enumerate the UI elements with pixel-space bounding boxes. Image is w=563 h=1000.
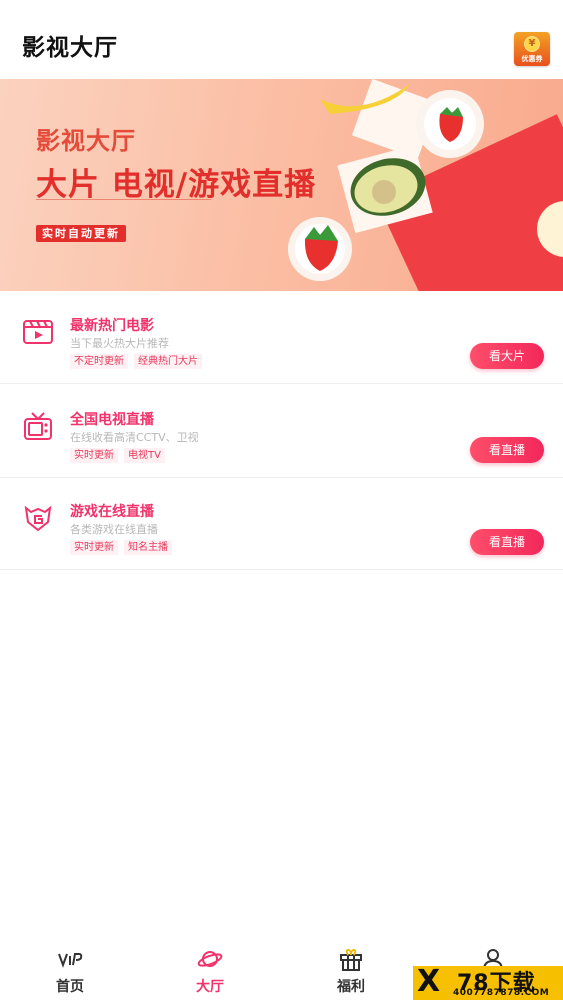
tag: 实时更新 (70, 448, 118, 463)
nav-item-home[interactable]: 首页 (35, 946, 105, 996)
section-tags: 实时更新 知名主播 (70, 540, 172, 555)
banner-subtitle: 影视大厅 (36, 127, 136, 155)
nav-item-hall[interactable]: 大厅 (175, 946, 245, 996)
section-games[interactable]: 游戏在线直播 各类游戏在线直播 实时更新 知名主播 看直播 (0, 478, 563, 570)
section-title: 游戏在线直播 (70, 504, 154, 520)
nav-label: 首页 (56, 979, 84, 995)
section-subtitle: 在线收看高清CCTV、卫视 (70, 431, 199, 444)
tv-icon (24, 412, 52, 440)
section-title: 全国电视直播 (70, 412, 154, 428)
film-icon (23, 320, 53, 344)
top-header: 影视大厅 ¥ 优惠券 (0, 0, 563, 78)
tag: 经典热门大片 (134, 354, 202, 369)
section-tags: 不定时更新 经典热门大片 (70, 354, 202, 369)
watch-live-tv-button[interactable]: 看直播 (470, 437, 544, 463)
section-tags: 实时更新 电视TV (70, 448, 165, 463)
watch-movies-button[interactable]: 看大片 (470, 343, 544, 369)
tag: 不定时更新 (70, 354, 128, 369)
nav-label: 福利 (337, 979, 365, 995)
game-shield-icon (24, 505, 52, 532)
tag: 实时更新 (70, 540, 118, 555)
section-title: 最新热门电影 (70, 318, 154, 334)
page-title: 影视大厅 (22, 35, 118, 61)
section-movies[interactable]: 最新热门电影 当下最火热大片推荐 不定时更新 经典热门大片 看大片 (0, 292, 563, 384)
section-subtitle: 各类游戏在线直播 (70, 523, 158, 536)
section-subtitle: 当下最火热大片推荐 (70, 337, 169, 350)
tag: 知名主播 (124, 540, 172, 555)
banner-headline: 大片 电视/游戏直播 (36, 167, 317, 203)
coupon-button[interactable]: ¥ 优惠券 (514, 32, 550, 66)
section-tv[interactable]: 全国电视直播 在线收看高清CCTV、卫视 实时更新 电视TV 看直播 (0, 386, 563, 478)
coupon-label: 优惠券 (521, 55, 543, 63)
promo-banner[interactable]: 影视大厅 大片 电视/游戏直播 实时自动更新 (0, 79, 563, 291)
watermark-logo-icon: X (417, 964, 441, 999)
nav-label: 大厅 (196, 979, 224, 995)
banner-tag: 实时自动更新 (36, 225, 126, 242)
coin-icon: ¥ (524, 36, 540, 52)
gift-icon (340, 948, 362, 971)
watch-game-live-button[interactable]: 看直播 (470, 529, 544, 555)
planet-icon (197, 951, 223, 967)
nav-item-welfare[interactable]: 福利 (316, 946, 386, 996)
vip-icon (58, 953, 83, 968)
site-watermark: X 78下载 4007787878.COM (413, 966, 563, 1000)
banner-divider (36, 199, 211, 200)
watermark-url: 4007787878.COM (453, 988, 550, 998)
tag: 电视TV (124, 448, 165, 463)
